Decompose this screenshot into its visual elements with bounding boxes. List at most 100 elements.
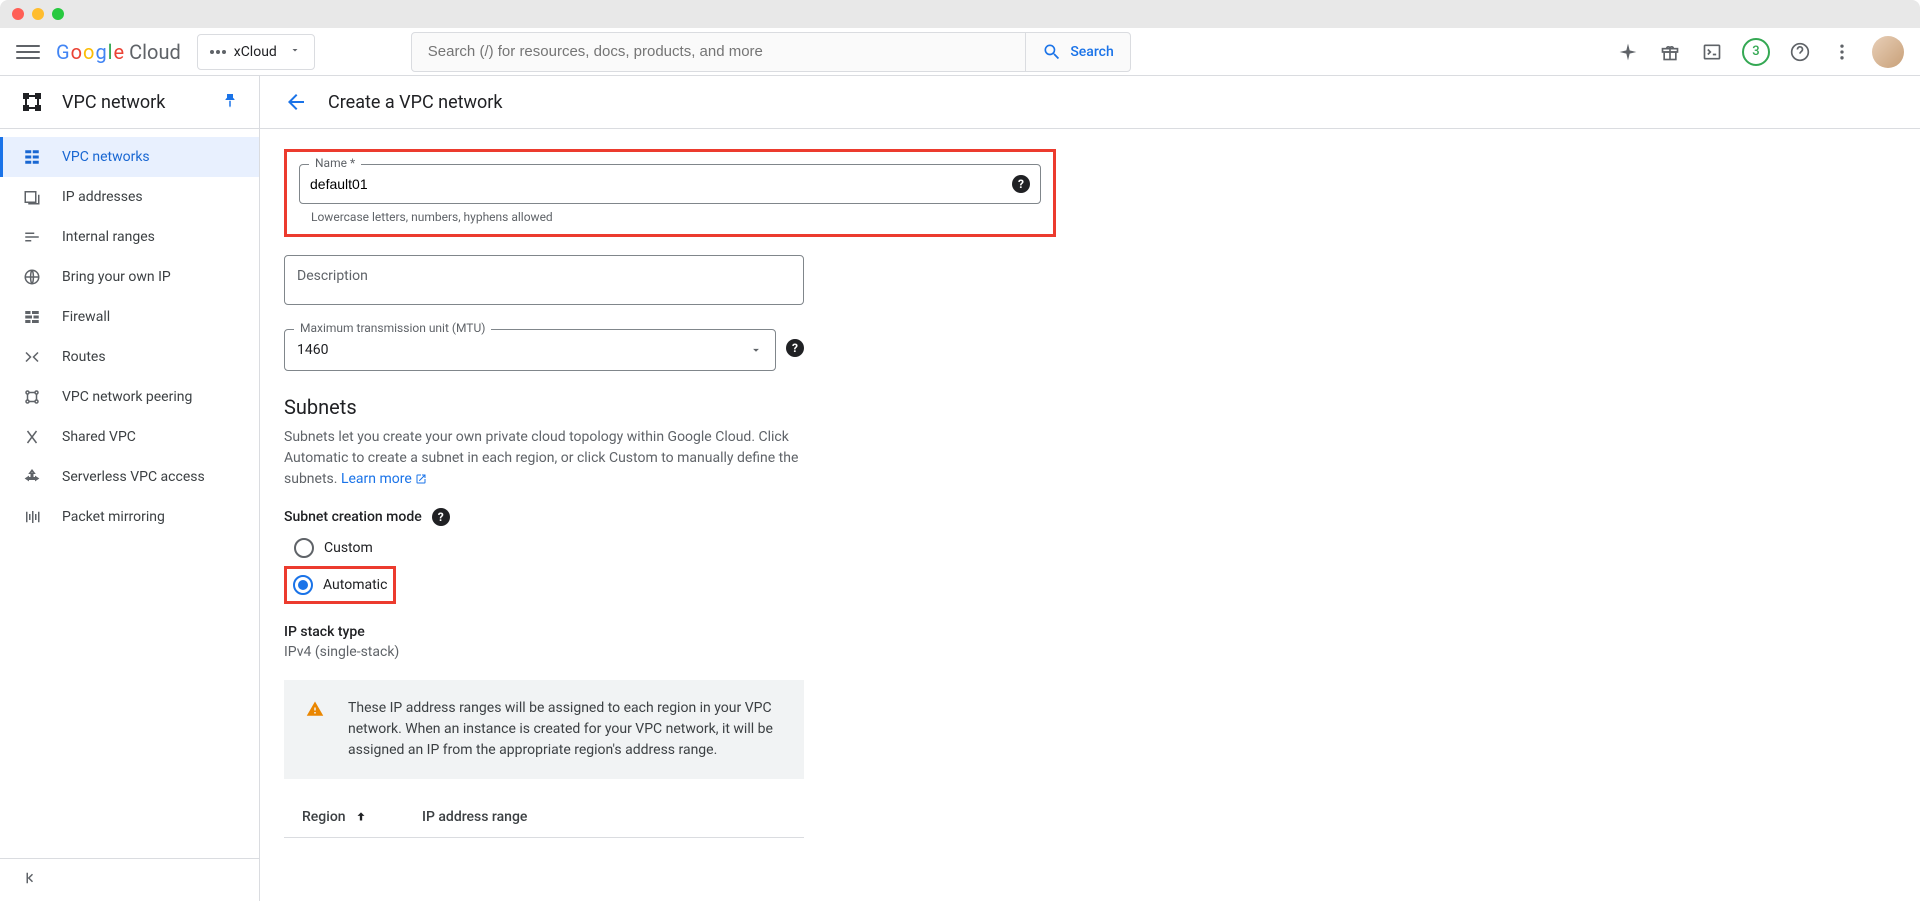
sidebar-item-byoip[interactable]: Bring your own IP (0, 257, 259, 297)
globe-icon (22, 267, 42, 287)
peering-icon (22, 387, 42, 407)
name-label: Name * (309, 156, 361, 170)
gift-icon[interactable] (1658, 40, 1682, 64)
external-link-icon (415, 473, 427, 485)
warning-icon (306, 700, 324, 722)
traffic-light-minimize[interactable] (32, 8, 44, 20)
sidebar-item-firewall[interactable]: Firewall (0, 297, 259, 337)
traffic-light-close[interactable] (12, 8, 24, 20)
main: Create a VPC network Name * ? Lowercase … (260, 76, 1920, 901)
learn-more-link[interactable]: Learn more (341, 471, 427, 487)
routes-icon (22, 347, 42, 367)
ip-icon (22, 187, 42, 207)
sidebar-item-label: VPC network peering (62, 389, 192, 405)
description-placeholder: Description (297, 268, 368, 284)
gemini-icon[interactable] (1616, 40, 1640, 64)
name-field-highlight: Name * ? Lowercase letters, numbers, hyp… (284, 149, 1056, 237)
search-input[interactable] (412, 33, 1026, 70)
radio-custom[interactable]: Custom (284, 536, 373, 560)
page-header: Create a VPC network (260, 76, 1920, 129)
mirroring-icon (22, 507, 42, 527)
info-banner-text: These IP address ranges will be assigned… (348, 698, 782, 761)
help-icon[interactable]: ? (786, 339, 804, 357)
firewall-icon (22, 307, 42, 327)
info-banner: These IP address ranges will be assigned… (284, 680, 804, 779)
form-area: Name * ? Lowercase letters, numbers, hyp… (260, 129, 1080, 858)
radio-automatic[interactable]: Automatic (293, 573, 387, 597)
radio-label: Automatic (323, 577, 387, 593)
description-input[interactable]: Description (284, 255, 804, 305)
vpc-product-icon (20, 90, 44, 114)
sidebar-item-label: Bring your own IP (62, 269, 171, 285)
sidebar-item-peering[interactable]: VPC network peering (0, 377, 259, 417)
sidebar-item-shared-vpc[interactable]: Shared VPC (0, 417, 259, 457)
sidebar-item-label: Routes (62, 349, 106, 365)
help-icon[interactable]: ? (1012, 175, 1030, 193)
ranges-icon (22, 227, 42, 247)
pin-icon[interactable] (221, 91, 239, 113)
sidebar-item-label: Firewall (62, 309, 110, 325)
collapse-sidebar[interactable] (0, 858, 259, 901)
th-region[interactable]: Region (302, 809, 422, 825)
sidebar-header: VPC network (0, 76, 259, 129)
sidebar: VPC network VPC networks IP addresses In… (0, 76, 260, 901)
mtu-select[interactable]: 1460 (284, 329, 776, 371)
notifications-badge[interactable]: 3 (1742, 38, 1770, 66)
search-bar: Search (411, 32, 1131, 72)
sidebar-item-serverless[interactable]: Serverless VPC access (0, 457, 259, 497)
name-helper: Lowercase letters, numbers, hyphens allo… (299, 210, 1041, 224)
menu-icon[interactable] (16, 40, 40, 64)
help-icon[interactable]: ? (432, 508, 450, 526)
page-title: Create a VPC network (328, 92, 503, 113)
sidebar-item-label: Internal ranges (62, 229, 155, 245)
sidebar-item-label: Packet mirroring (62, 509, 165, 525)
shared-icon (22, 427, 42, 447)
chevron-down-icon (749, 343, 763, 357)
mtu-field: Maximum transmission unit (MTU) 1460 (284, 329, 776, 371)
radio-label: Custom (324, 540, 373, 556)
ip-stack-label: IP stack type (284, 624, 1056, 640)
radio-icon (294, 538, 314, 558)
cloud-shell-icon[interactable] (1700, 40, 1724, 64)
ip-stack: IP stack type IPv4 (single-stack) (284, 624, 1056, 660)
logo[interactable]: Google Cloud (56, 40, 181, 64)
header-icons: 3 (1616, 36, 1904, 68)
subnets-desc: Subnets let you create your own private … (284, 427, 804, 490)
grid-icon (22, 147, 42, 167)
sidebar-item-routes[interactable]: Routes (0, 337, 259, 377)
mtu-value: 1460 (297, 342, 328, 358)
subnet-mode-radios: Custom Automatic (284, 536, 1056, 604)
serverless-icon (22, 467, 42, 487)
name-input[interactable] (310, 166, 1012, 202)
project-picker[interactable]: xCloud (197, 34, 315, 70)
sidebar-item-label: Shared VPC (62, 429, 136, 445)
th-iprange[interactable]: IP address range (422, 809, 786, 825)
sidebar-item-label: VPC networks (62, 149, 150, 165)
sidebar-item-packet-mirroring[interactable]: Packet mirroring (0, 497, 259, 537)
search-button[interactable]: Search (1025, 33, 1129, 71)
project-name: xCloud (234, 44, 277, 60)
subnet-mode-label: Subnet creation mode ? (284, 508, 1056, 526)
mtu-row: Maximum transmission unit (MTU) 1460 ? (284, 325, 804, 371)
radio-icon (293, 575, 313, 595)
chevron-down-icon (289, 44, 301, 60)
sidebar-item-ip-addresses[interactable]: IP addresses (0, 177, 259, 217)
more-icon[interactable] (1830, 40, 1854, 64)
help-icon[interactable] (1788, 40, 1812, 64)
sidebar-item-internal-ranges[interactable]: Internal ranges (0, 217, 259, 257)
top-header: Google Cloud xCloud Search 3 (0, 28, 1920, 76)
avatar[interactable] (1872, 36, 1904, 68)
sidebar-item-vpc-networks[interactable]: VPC networks (0, 137, 259, 177)
back-arrow-icon[interactable] (284, 90, 308, 114)
name-field: Name * ? (299, 164, 1041, 204)
traffic-light-zoom[interactable] (52, 8, 64, 20)
mtu-label: Maximum transmission unit (MTU) (294, 321, 491, 335)
subnets-title: Subnets (284, 395, 1056, 419)
nav-list: VPC networks IP addresses Internal range… (0, 129, 259, 545)
window-chrome (0, 0, 1920, 28)
ip-stack-value: IPv4 (single-stack) (284, 644, 1056, 660)
sidebar-item-label: Serverless VPC access (62, 469, 205, 485)
sidebar-title: VPC network (62, 92, 203, 113)
radio-automatic-highlight: Automatic (284, 566, 396, 604)
arrow-up-icon (354, 810, 368, 824)
